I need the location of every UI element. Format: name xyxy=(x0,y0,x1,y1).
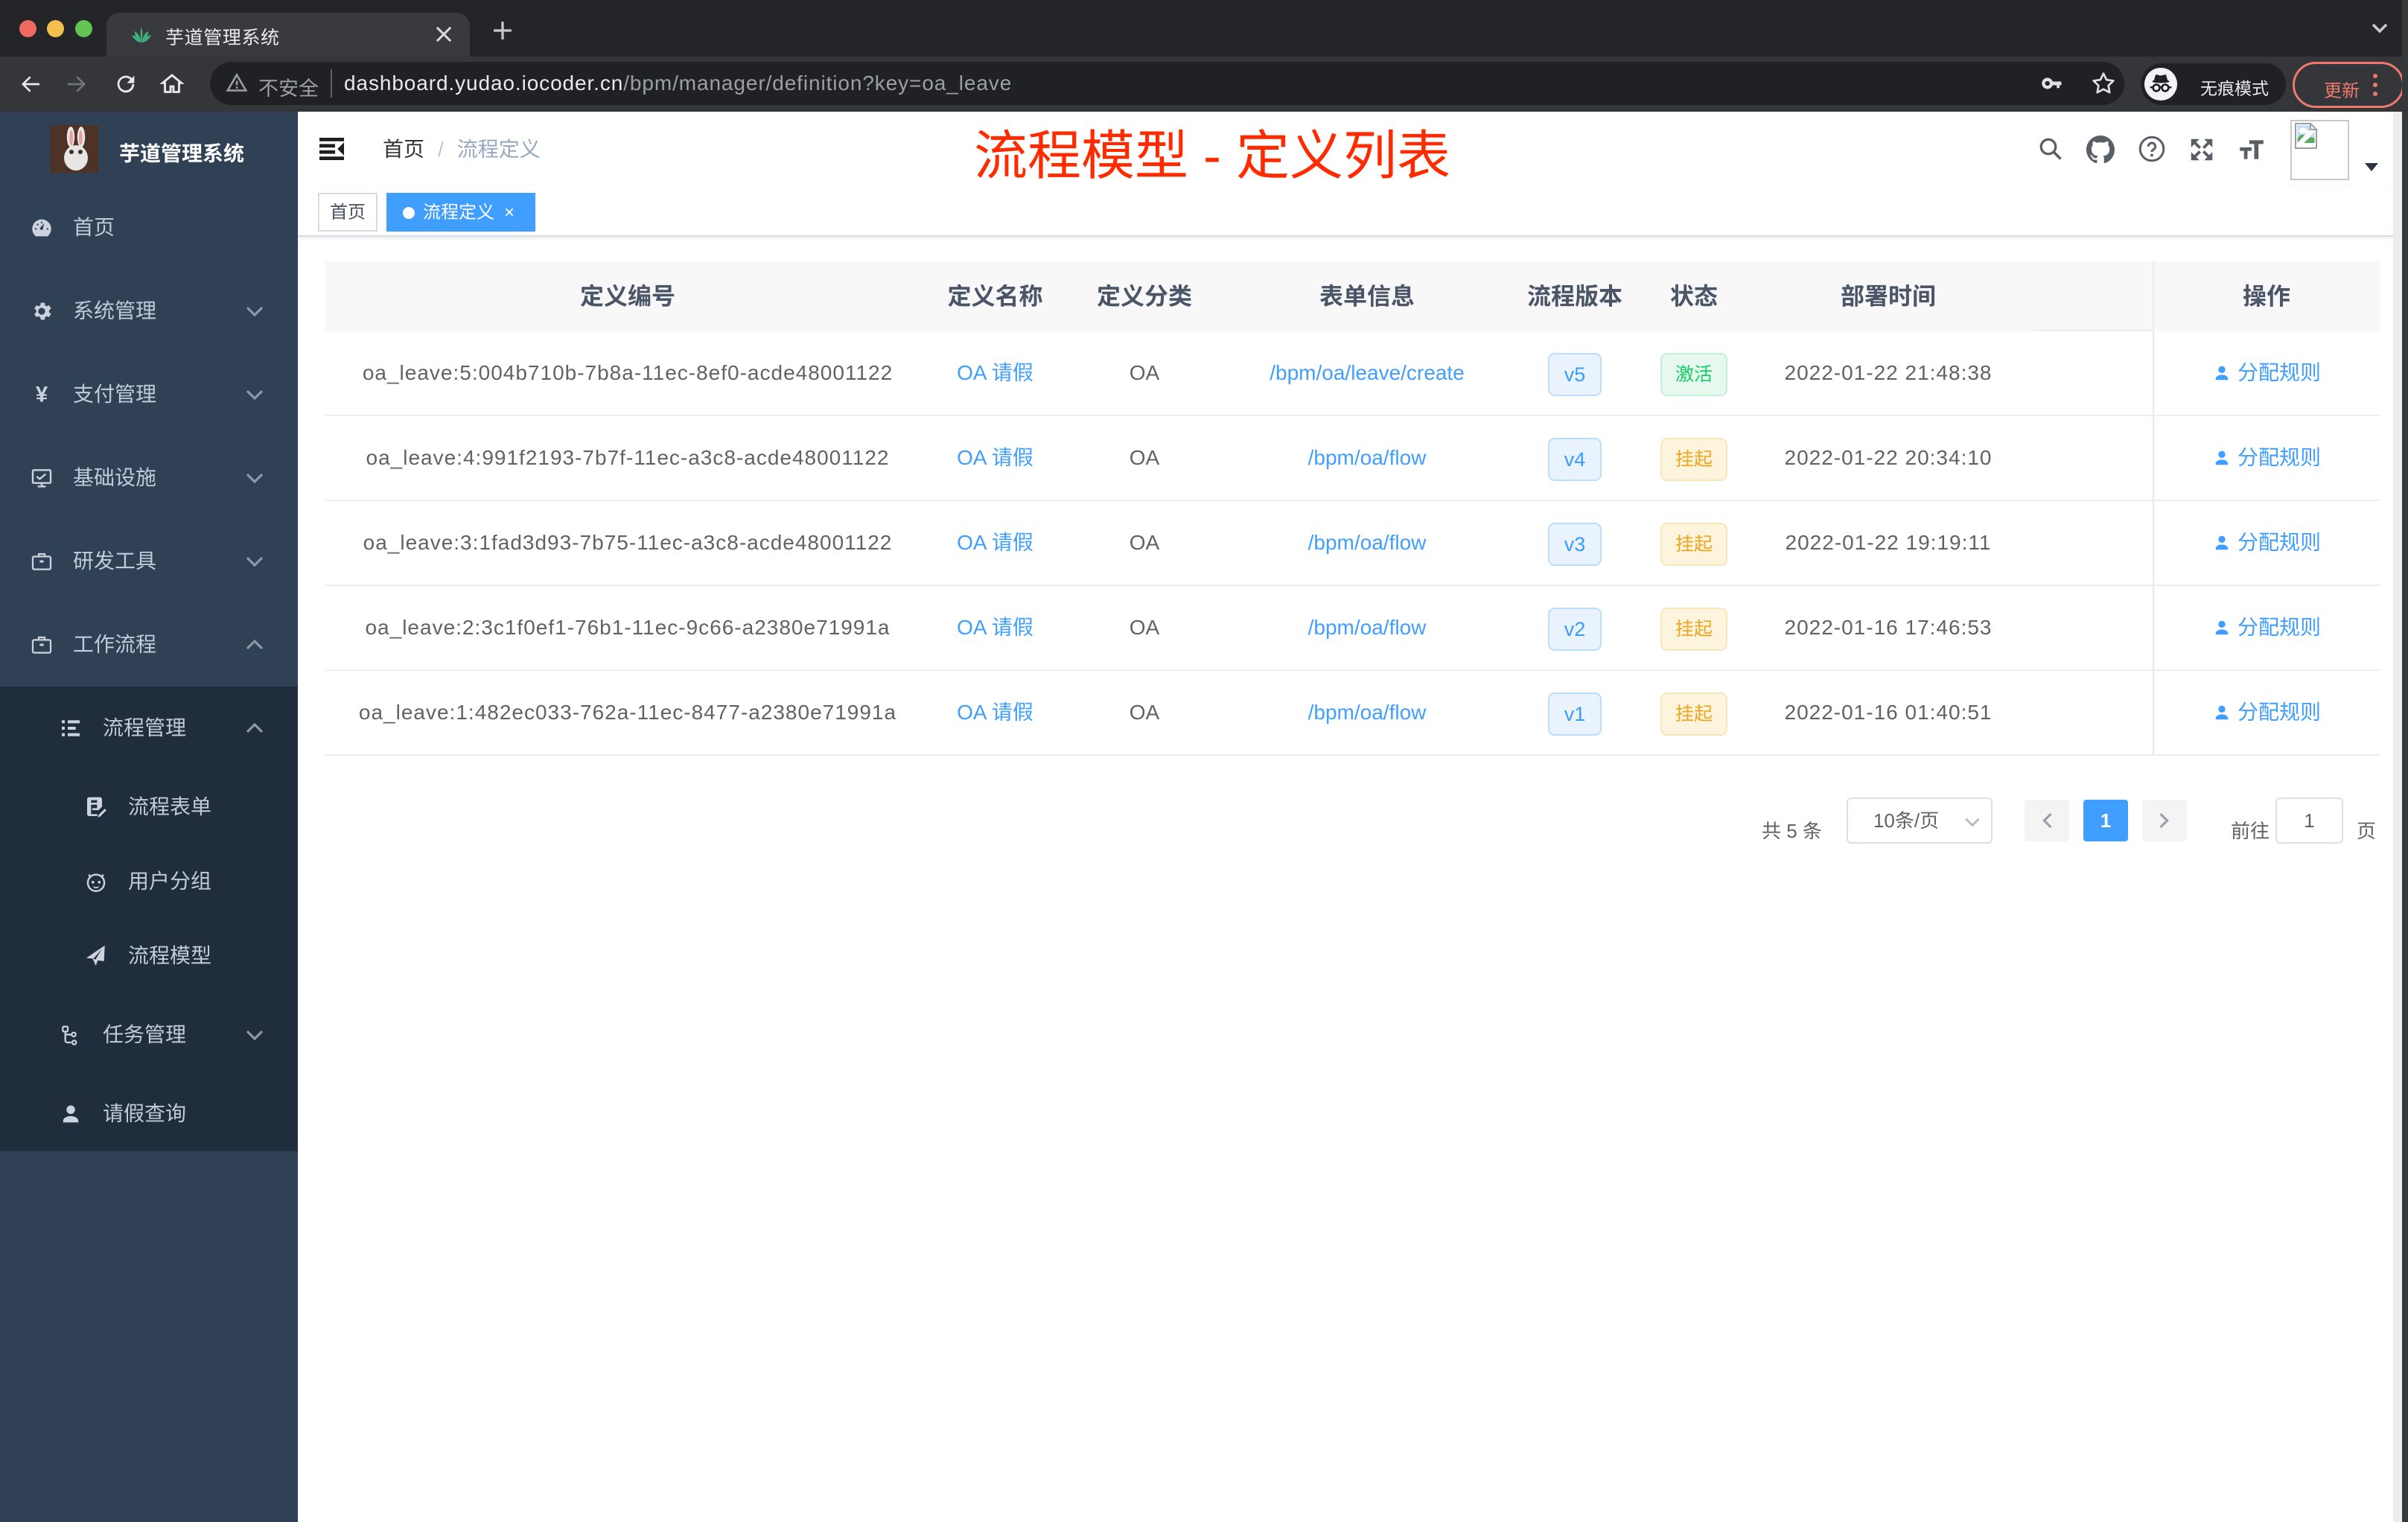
svg-text:¥: ¥ xyxy=(36,383,48,407)
